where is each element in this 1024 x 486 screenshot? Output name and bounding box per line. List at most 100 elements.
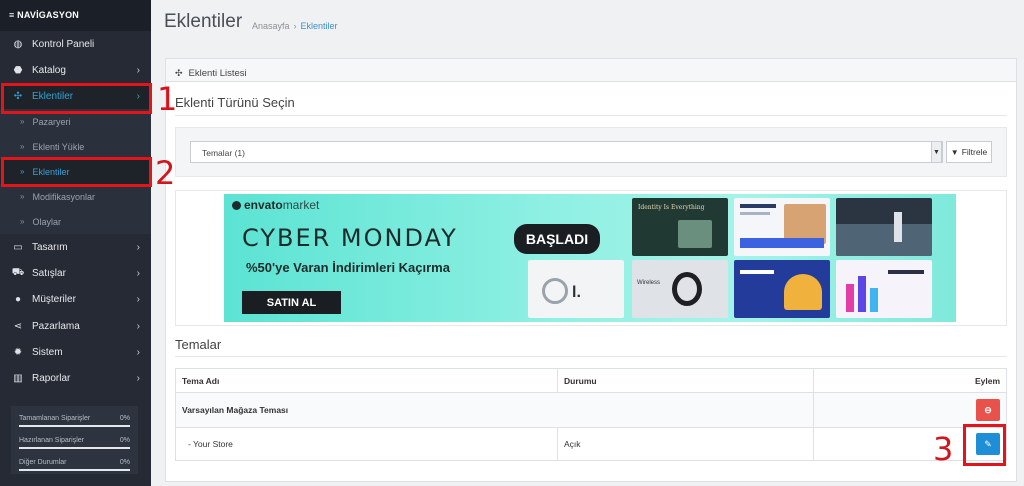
banner-badge: BAŞLADI bbox=[514, 224, 600, 254]
chevron-right-icon: › bbox=[136, 346, 140, 358]
theme-thumbnail bbox=[836, 260, 932, 318]
divider bbox=[175, 115, 1007, 116]
promo-banner[interactable]: envatomarket CYBER MONDAY BAŞLADI %50'ye… bbox=[224, 194, 956, 322]
main-content: Eklentiler Anasayfa › Eklentiler ✣ Eklenti… bbox=[151, 0, 1024, 486]
theme-thumbnail: Wireless bbox=[632, 260, 728, 318]
chevron-right-icon: › bbox=[136, 372, 140, 384]
breadcrumb-home[interactable]: Anasayfa bbox=[252, 21, 290, 31]
submenu-item-events[interactable]: » Olaylar bbox=[0, 209, 151, 234]
monitor-icon: ▭ bbox=[13, 241, 23, 253]
annotation-highlight-2 bbox=[1, 157, 152, 187]
filter-button[interactable]: ▼ Filtrele bbox=[946, 141, 992, 163]
sidebar-item-system[interactable]: ✹ Sistem › bbox=[0, 339, 151, 365]
sidebar-item-label: Müşteriler bbox=[32, 293, 76, 305]
gear-icon: ✹ bbox=[13, 346, 23, 358]
tag-icon: ⬣ bbox=[13, 64, 23, 76]
theme-group-name: Varsayılan Mağaza Teması bbox=[175, 392, 814, 428]
stat-label: Tamamlanan Siparişler bbox=[19, 415, 91, 422]
sidebar-item-customers[interactable]: ● Müşteriler › bbox=[0, 286, 151, 312]
submenu-item-installer[interactable]: » Eklenti Yükle bbox=[0, 134, 151, 159]
sidebar-item-dashboard[interactable]: ◍ Kontrol Paneli bbox=[0, 31, 151, 57]
double-chevron-icon: » bbox=[20, 192, 25, 201]
buy-now-button[interactable]: SATIN AL bbox=[242, 291, 341, 314]
divider bbox=[175, 356, 1007, 357]
sidebar-item-reports[interactable]: ▥ Raporlar › bbox=[0, 365, 151, 391]
annotation-number-2: 2 bbox=[155, 154, 176, 192]
filter-icon: ▼ bbox=[950, 147, 959, 157]
double-chevron-icon: » bbox=[20, 142, 25, 151]
caret-down-icon: ▼ bbox=[931, 141, 942, 163]
column-header-action: Eylem bbox=[813, 368, 1007, 393]
order-stats: Tamamlanan Siparişler 0% Hazırlanan Sipa… bbox=[11, 406, 138, 474]
banner-headline: CYBER MONDAY bbox=[242, 224, 458, 252]
double-chevron-icon: » bbox=[20, 117, 25, 126]
table-row: - Your Store Açık ✎ bbox=[175, 427, 1007, 461]
stat-processing: Hazırlanan Siparişler 0% bbox=[17, 432, 132, 454]
sidebar-item-marketing[interactable]: ⋖ Pazarlama › bbox=[0, 313, 151, 339]
theme-thumbnail bbox=[734, 198, 830, 256]
stat-label: Diğer Durumlar bbox=[19, 459, 67, 466]
panel-heading: ✣ Eklenti Listesi bbox=[166, 59, 1016, 82]
submenu-item-modifications[interactable]: » Modifikasyonlar bbox=[0, 184, 151, 209]
annotation-number-3: 3 bbox=[933, 430, 954, 468]
page-title: Eklentiler bbox=[164, 11, 243, 32]
submenu-item-label: Eklenti Yükle bbox=[32, 141, 85, 152]
envato-leaf-icon bbox=[232, 201, 241, 210]
double-chevron-icon: » bbox=[20, 217, 25, 226]
themes-table: Tema Adı Durumu Eylem Varsayılan Mağaza … bbox=[175, 368, 1007, 461]
chevron-right-icon: › bbox=[136, 320, 140, 332]
dashboard-icon: ◍ bbox=[13, 38, 23, 50]
filter-label: Filtrele bbox=[961, 147, 988, 157]
column-header-theme-name: Tema Adı bbox=[175, 368, 558, 393]
table-row: Varsayılan Mağaza Teması ⊖ bbox=[175, 392, 1007, 428]
theme-thumbnail bbox=[734, 260, 830, 318]
sidebar-item-sales[interactable]: ⛟ Satışlar › bbox=[0, 260, 151, 286]
share-icon: ⋖ bbox=[13, 320, 23, 332]
chevron-right-icon: › bbox=[136, 64, 140, 76]
theme-thumbnail: Identity Is Everything bbox=[632, 198, 728, 256]
breadcrumb-current[interactable]: Eklentiler bbox=[301, 21, 338, 31]
sidebar: ≡ NAVİGASYON ◍ Kontrol Paneli ⬣ Katalog … bbox=[0, 0, 151, 486]
stat-other: Diğer Durumlar 0% bbox=[17, 454, 132, 476]
submenu-item-label: Modifikasyonlar bbox=[32, 191, 95, 202]
sidebar-item-label: Sistem bbox=[32, 346, 63, 358]
store-status: Açık bbox=[557, 427, 814, 461]
submenu-item-label: Pazaryeri bbox=[32, 116, 71, 127]
stat-completed: Tamamlanan Siparişler 0% bbox=[17, 410, 132, 432]
breadcrumb-separator: › bbox=[293, 21, 297, 31]
progress-bar bbox=[19, 425, 130, 427]
chevron-right-icon: › bbox=[136, 267, 140, 279]
bar-chart-icon: ▥ bbox=[13, 372, 23, 384]
sidebar-item-label: Satışlar bbox=[32, 267, 66, 279]
extension-list-panel: ✣ Eklenti Listesi Eklenti Türünü Seçin T… bbox=[165, 58, 1017, 482]
select-value: Temalar (1) bbox=[202, 148, 245, 158]
uninstall-button[interactable]: ⊖ bbox=[976, 399, 1000, 421]
chevron-right-icon: › bbox=[136, 293, 140, 305]
sidebar-item-catalog[interactable]: ⬣ Katalog › bbox=[0, 57, 151, 83]
theme-thumbnail bbox=[836, 198, 932, 256]
store-name: - Your Store bbox=[175, 427, 558, 461]
sidebar-item-label: Katalog bbox=[32, 64, 66, 76]
column-header-status: Durumu bbox=[557, 368, 814, 393]
annotation-highlight-3 bbox=[963, 424, 1006, 466]
sidebar-item-label: Pazarlama bbox=[32, 320, 80, 332]
sidebar-item-design[interactable]: ▭ Tasarım › bbox=[0, 234, 151, 260]
sidebar-item-label: Tasarım bbox=[32, 241, 68, 253]
table-header-row: Tema Adı Durumu Eylem bbox=[175, 368, 1007, 393]
promo-banner-container: envatomarket CYBER MONDAY BAŞLADI %50'ye… bbox=[175, 190, 1007, 326]
themes-heading: Temalar bbox=[175, 337, 222, 352]
stat-percent: 0% bbox=[119, 437, 130, 444]
theme-thumbnail: l. bbox=[528, 260, 624, 318]
panel-title: Eklenti Listesi bbox=[188, 67, 247, 79]
stat-label: Hazırlanan Siparişler bbox=[19, 437, 84, 444]
progress-bar bbox=[19, 469, 130, 471]
extension-type-select[interactable]: Temalar (1) ▼ bbox=[190, 141, 943, 163]
annotation-highlight-1 bbox=[1, 83, 152, 114]
stat-percent: 0% bbox=[119, 415, 130, 422]
user-icon: ● bbox=[14, 293, 22, 305]
breadcrumb: Anasayfa › Eklentiler bbox=[252, 21, 338, 31]
chevron-right-icon: › bbox=[136, 241, 140, 253]
filter-box: Temalar (1) ▼ ▼ Filtrele bbox=[175, 127, 1007, 177]
submenu-item-label: Olaylar bbox=[32, 216, 61, 227]
extension-type-heading: Eklenti Türünü Seçin bbox=[175, 95, 295, 110]
